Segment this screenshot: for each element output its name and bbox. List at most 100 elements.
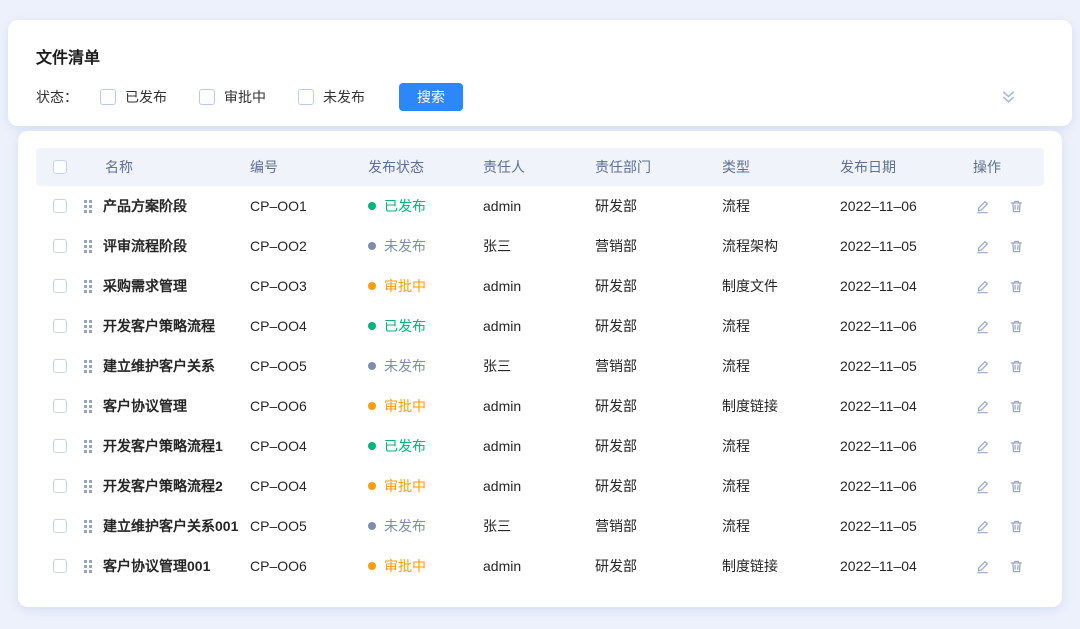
table-card: 名称 编号 发布状态 责任人 责任部门 类型 发布日期 操作 产品方案阶段 CP… — [18, 131, 1062, 607]
department-cell: 研发部 — [590, 316, 717, 336]
row-checkbox[interactable] — [53, 439, 67, 453]
person-cell: admin — [475, 558, 590, 574]
filter-option-published[interactable]: 已发布 — [100, 87, 167, 107]
drag-handle-icon[interactable] — [84, 440, 92, 453]
delete-icon[interactable] — [1009, 359, 1024, 374]
delete-icon[interactable] — [1009, 319, 1024, 334]
filter-option-pending[interactable]: 审批中 — [199, 87, 266, 107]
name-cell: 客户协议管理001 — [78, 556, 245, 576]
status-badge: 已发布 — [363, 436, 475, 456]
column-header-status: 发布状态 — [363, 157, 475, 177]
drag-handle-icon[interactable] — [84, 520, 92, 533]
row-select-cell — [36, 439, 78, 453]
edit-icon[interactable] — [975, 359, 990, 374]
row-checkbox[interactable] — [53, 559, 67, 573]
checkbox-unpublished[interactable] — [298, 89, 314, 105]
delete-icon[interactable] — [1009, 439, 1024, 454]
drag-handle-icon[interactable] — [84, 240, 92, 253]
actions-cell — [968, 399, 1044, 414]
person-cell: admin — [475, 318, 590, 334]
edit-icon[interactable] — [975, 559, 990, 574]
drag-handle-icon[interactable] — [84, 280, 92, 293]
status-text: 未发布 — [384, 236, 426, 256]
person-cell: 张三 — [475, 356, 590, 376]
row-checkbox[interactable] — [53, 479, 67, 493]
row-checkbox[interactable] — [53, 239, 67, 253]
row-checkbox[interactable] — [53, 319, 67, 333]
drag-handle-icon[interactable] — [84, 560, 92, 573]
delete-icon[interactable] — [1009, 559, 1024, 574]
name-cell: 建立维护客户关系 — [78, 356, 245, 376]
delete-icon[interactable] — [1009, 399, 1024, 414]
delete-icon[interactable] — [1009, 519, 1024, 534]
table-row: 开发客户策略流程1 CP–OO4 已发布 admin 研发部 流程 2022–1… — [36, 426, 1044, 466]
row-checkbox[interactable] — [53, 399, 67, 413]
delete-icon[interactable] — [1009, 199, 1024, 214]
type-cell: 流程架构 — [717, 236, 835, 256]
document-name: 客户协议管理 — [103, 396, 187, 416]
checkbox-published[interactable] — [100, 89, 116, 105]
row-select-cell — [36, 479, 78, 493]
document-name: 采购需求管理 — [103, 276, 187, 296]
drag-handle-icon[interactable] — [84, 480, 92, 493]
status-dot-icon — [368, 482, 376, 490]
date-cell: 2022–11–06 — [835, 198, 968, 214]
search-button[interactable]: 搜索 — [399, 83, 463, 111]
delete-icon[interactable] — [1009, 239, 1024, 254]
date-cell: 2022–11–06 — [835, 438, 968, 454]
checkbox-published-label: 已发布 — [125, 87, 167, 107]
status-dot-icon — [368, 322, 376, 330]
select-all-checkbox[interactable] — [53, 160, 67, 174]
actions-cell — [968, 439, 1044, 454]
name-cell: 开发客户策略流程2 — [78, 476, 245, 496]
name-cell: 建立维护客户关系001 — [78, 516, 245, 536]
edit-icon[interactable] — [975, 519, 990, 534]
edit-icon[interactable] — [975, 239, 990, 254]
type-cell: 流程 — [717, 316, 835, 336]
table-body: 产品方案阶段 CP–OO1 已发布 admin 研发部 流程 2022–11–0… — [36, 186, 1044, 586]
table-row: 开发客户策略流程 CP–OO4 已发布 admin 研发部 流程 2022–11… — [36, 306, 1044, 346]
table-row: 客户协议管理 CP–OO6 审批中 admin 研发部 制度链接 2022–11… — [36, 386, 1044, 426]
row-select-cell — [36, 399, 78, 413]
name-cell: 评审流程阶段 — [78, 236, 245, 256]
actions-cell — [968, 319, 1044, 334]
filter-row: 状态： 已发布 审批中 未发布 搜索 — [28, 83, 1052, 111]
department-cell: 研发部 — [590, 556, 717, 576]
drag-handle-icon[interactable] — [84, 200, 92, 213]
delete-icon[interactable] — [1009, 279, 1024, 294]
edit-icon[interactable] — [975, 439, 990, 454]
delete-icon[interactable] — [1009, 479, 1024, 494]
type-cell: 流程 — [717, 476, 835, 496]
table-row: 采购需求管理 CP–OO3 审批中 admin 研发部 制度文件 2022–11… — [36, 266, 1044, 306]
department-cell: 研发部 — [590, 276, 717, 296]
date-cell: 2022–11–06 — [835, 478, 968, 494]
edit-icon[interactable] — [975, 279, 990, 294]
row-select-cell — [36, 559, 78, 573]
row-checkbox[interactable] — [53, 519, 67, 533]
date-cell: 2022–11–04 — [835, 558, 968, 574]
chevron-double-down-icon[interactable] — [999, 88, 1018, 107]
row-checkbox[interactable] — [53, 199, 67, 213]
document-code: CP–OO4 — [245, 478, 363, 494]
person-cell: 张三 — [475, 236, 590, 256]
row-checkbox[interactable] — [53, 279, 67, 293]
screen: { "page": { "title": "文件清单" }, "filters"… — [0, 0, 1080, 629]
edit-icon[interactable] — [975, 399, 990, 414]
status-dot-icon — [368, 562, 376, 570]
drag-handle-icon[interactable] — [84, 360, 92, 373]
department-cell: 研发部 — [590, 436, 717, 456]
drag-handle-icon[interactable] — [84, 400, 92, 413]
filter-option-unpublished[interactable]: 未发布 — [298, 87, 365, 107]
row-select-cell — [36, 279, 78, 293]
status-badge: 未发布 — [363, 236, 475, 256]
edit-icon[interactable] — [975, 479, 990, 494]
edit-icon[interactable] — [975, 199, 990, 214]
row-checkbox[interactable] — [53, 359, 67, 373]
drag-handle-icon[interactable] — [84, 320, 92, 333]
edit-icon[interactable] — [975, 319, 990, 334]
department-cell: 研发部 — [590, 196, 717, 216]
status-filter-label: 状态： — [36, 87, 78, 107]
document-name: 建立维护客户关系 — [103, 356, 215, 376]
document-name: 评审流程阶段 — [103, 236, 187, 256]
checkbox-pending[interactable] — [199, 89, 215, 105]
